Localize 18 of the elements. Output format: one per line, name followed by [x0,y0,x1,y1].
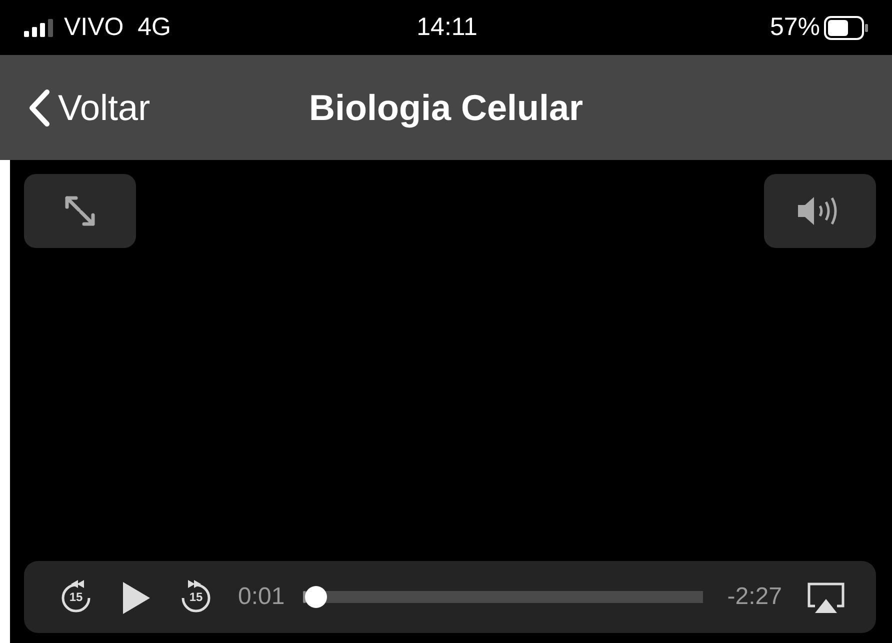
screen-title: Biologia Celular [308,86,584,128]
clock-time: 14:11 [416,12,478,43]
volume-button[interactable] [764,174,876,248]
back-button[interactable]: Voltar [0,80,150,134]
skip-forward-button[interactable]: 15 [178,579,214,615]
skip-back-button[interactable]: 15 [58,579,94,615]
expand-icon [63,194,97,228]
carrier-name: VIVO 4G [64,12,171,43]
remaining-time: -2:27 [727,582,782,612]
battery-percent: 57% [770,12,820,43]
chevron-left-icon [28,88,50,126]
play-icon [121,580,151,615]
airplay-icon [806,580,846,615]
progress-thumb[interactable] [305,586,328,608]
signal-icon [24,18,56,38]
fullscreen-button[interactable] [24,174,136,248]
elapsed-time: 0:01 [238,582,285,612]
battery-icon [824,16,870,40]
